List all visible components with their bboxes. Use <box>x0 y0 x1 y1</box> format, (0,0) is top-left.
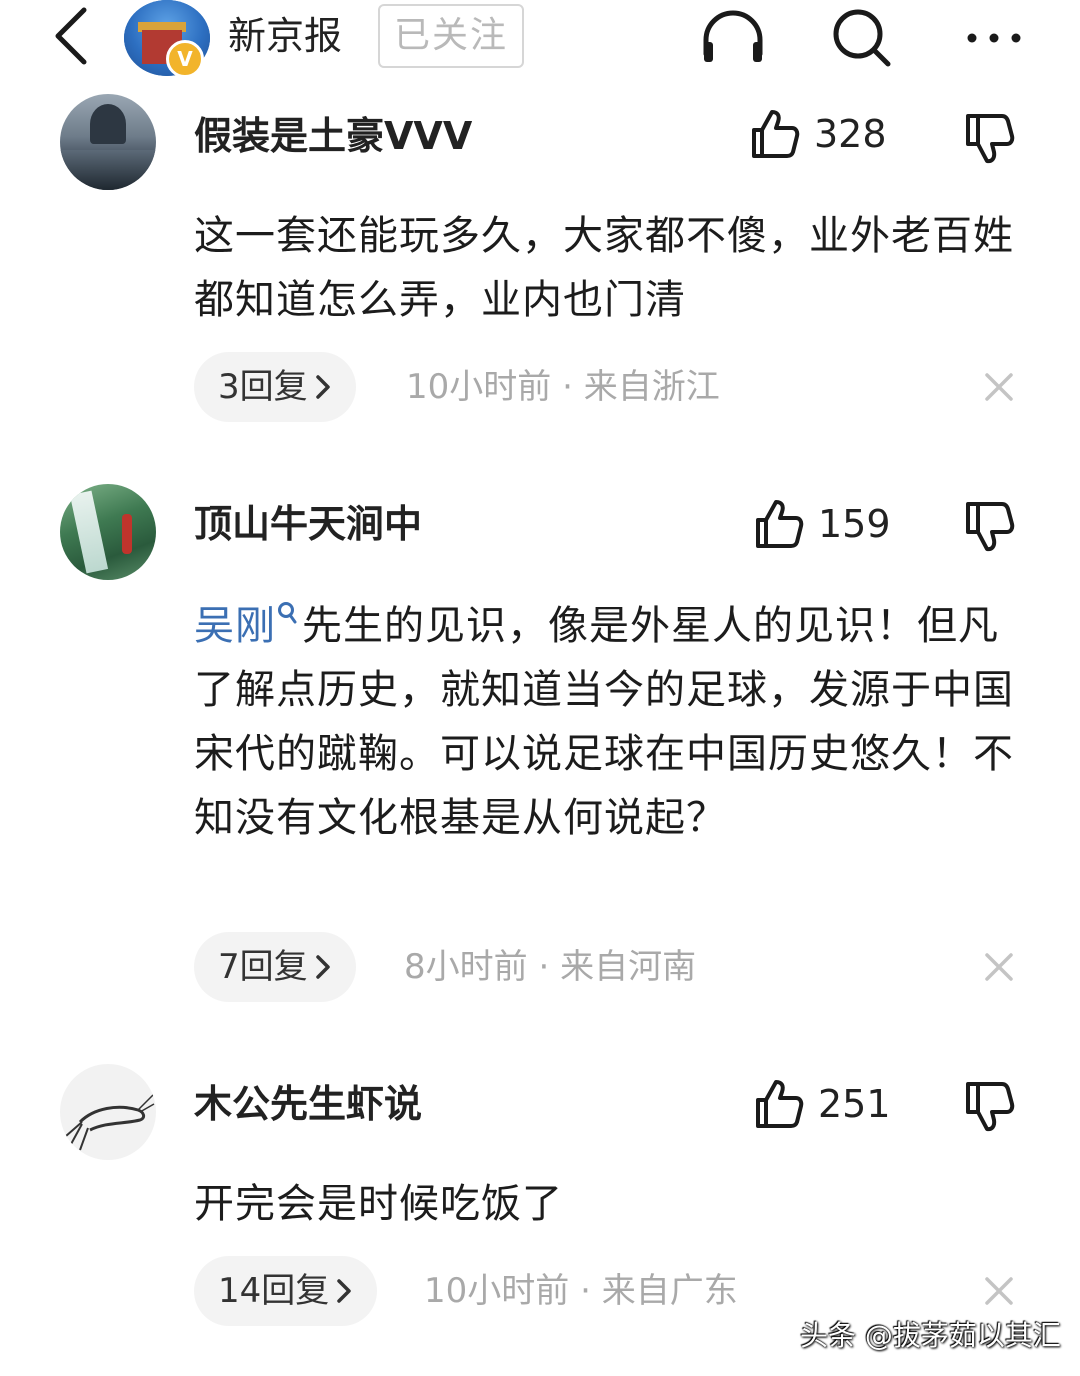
user-avatar[interactable] <box>60 484 156 580</box>
avatar-wave <box>60 150 156 190</box>
user-avatar[interactable] <box>60 1064 156 1160</box>
meta-separator: · <box>538 947 550 987</box>
reply-count: 14回复 <box>218 1271 330 1311</box>
thumbs-down-icon[interactable] <box>962 110 1018 166</box>
like-count: 251 <box>818 1082 891 1126</box>
listen-button[interactable] <box>698 4 768 70</box>
comment-body: 这一套还能玩多久，大家都不傻，业外老百姓都知道怎么弄，业内也门清 <box>194 213 1014 323</box>
thumbs-up-icon <box>756 500 804 548</box>
reply-button[interactable]: 3回复 <box>194 352 356 422</box>
watermark: 头条 @拔茅茹以其汇 <box>800 1319 1061 1352</box>
chevron-right-icon <box>315 374 330 399</box>
reply-button[interactable]: 14回复 <box>194 1256 378 1326</box>
close-icon[interactable] <box>982 950 1016 984</box>
like-button[interactable]: 251 <box>752 1074 902 1134</box>
thumbs-up-icon <box>752 110 800 158</box>
like-button[interactable]: 159 <box>752 494 902 554</box>
like-count: 328 <box>814 112 887 156</box>
like-count: 159 <box>818 502 891 546</box>
avatar-whale-tail <box>90 104 126 144</box>
search-mention-icon[interactable] <box>276 600 298 626</box>
username[interactable]: 顶山牛天涧中 <box>194 500 422 548</box>
comment-time: 8小时前 <box>404 947 528 987</box>
search-button[interactable] <box>828 4 898 70</box>
meta-separator: · <box>562 367 573 407</box>
username[interactable]: 假装是土豪VVV <box>194 112 472 160</box>
channel-name[interactable]: 新京报 <box>228 12 342 60</box>
close-icon[interactable] <box>982 1274 1016 1308</box>
meta-separator: · <box>580 1271 591 1311</box>
more-dots-icon <box>967 33 1021 43</box>
reply-count: 3回复 <box>218 367 308 407</box>
close-icon[interactable] <box>982 370 1016 404</box>
comment-meta: 10小时前 · 来自浙江 <box>406 352 720 422</box>
comment-text: 开完会是时候吃饭了 <box>194 1172 1024 1236</box>
shrimp-drawing <box>65 1093 155 1151</box>
headphones-icon <box>703 10 763 62</box>
thumbs-down-icon[interactable] <box>962 498 1018 554</box>
comment-meta: 10小时前 · 来自广东 <box>424 1256 738 1326</box>
reply-button[interactable]: 7回复 <box>194 932 356 1002</box>
avatar-waterfall <box>69 490 109 574</box>
comment-location: 来自广东 <box>601 1271 738 1311</box>
comment-time: 10小时前 <box>424 1271 570 1311</box>
comment-time: 10小时前 <box>406 367 552 407</box>
back-arrow-icon <box>55 7 87 65</box>
comment-body: 先生的见识，像是外星人的见识！但凡了解点历史，就知道当今的足球，发源于中国宋代的… <box>194 603 1014 841</box>
more-button[interactable] <box>958 4 1028 70</box>
chevron-right-icon <box>315 954 330 979</box>
search-icon <box>833 9 891 67</box>
follow-button[interactable]: 已关注 <box>378 4 524 68</box>
thumbs-up-icon <box>756 1080 804 1128</box>
mention-link[interactable]: 吴刚 <box>194 603 276 649</box>
comment-meta: 8小时前 · 来自河南 <box>404 932 696 1002</box>
verified-badge-icon: V <box>166 40 204 78</box>
comment-text: 这一套还能玩多久，大家都不傻，业外老百姓都知道怎么弄，业内也门清 <box>194 204 1024 332</box>
username[interactable]: 木公先生虾说 <box>194 1080 422 1128</box>
comment-location: 来自河南 <box>560 947 697 987</box>
back-button[interactable] <box>44 4 100 68</box>
avatar-figure <box>122 514 132 554</box>
user-avatar[interactable] <box>60 94 156 190</box>
reply-count: 7回复 <box>218 947 308 987</box>
like-button[interactable]: 328 <box>748 104 898 164</box>
thumbs-down-icon[interactable] <box>962 1078 1018 1134</box>
top-bar: V 新京报 已关注 <box>0 0 1080 80</box>
comment-text: 吴刚 先生的见识，像是外星人的见识！但凡了解点历史，就知道当今的足球，发源于中国宋… <box>194 594 1024 850</box>
comment-body: 开完会是时候吃饭了 <box>194 1181 563 1227</box>
chevron-right-icon <box>337 1278 352 1303</box>
comment-location: 来自浙江 <box>583 367 720 407</box>
